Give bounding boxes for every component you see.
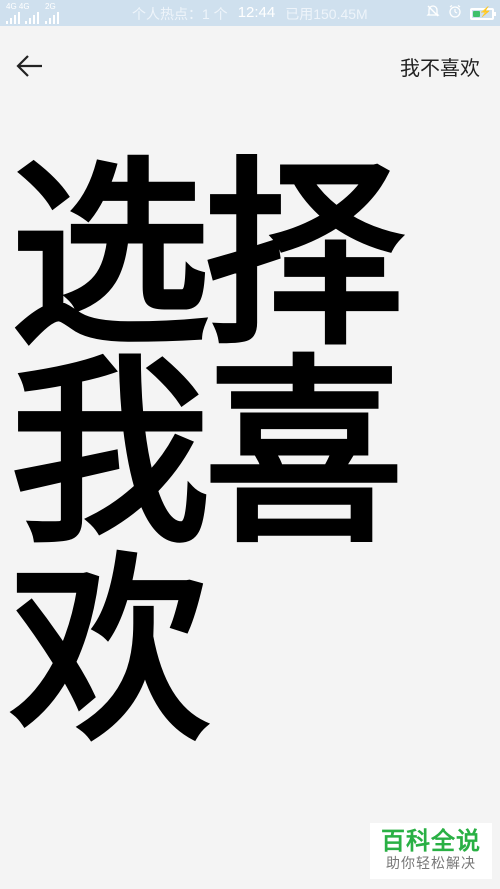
signal-icon-secondary <box>45 12 59 24</box>
signal-icon <box>6 12 39 24</box>
network-indicators: 4G 4G 2G <box>6 3 59 24</box>
arrow-left-icon <box>14 50 46 86</box>
dislike-button[interactable]: 我不喜欢 <box>400 52 480 81</box>
watermark-logo: 百科全说 助你轻松解决 <box>370 823 492 879</box>
data-usage: 已用150.45M <box>285 6 368 22</box>
clock-time: 12:44 <box>237 4 276 21</box>
network-primary: 4G 4G <box>6 3 39 24</box>
battery-icon: ⚡ <box>470 6 496 20</box>
alarm-icon <box>448 4 462 23</box>
big-heading-line-3: 欢 <box>10 536 210 769</box>
top-bar: 我不喜欢 <box>0 26 500 104</box>
watermark-subtitle: 助你轻松解决 <box>386 856 476 872</box>
watermark-title: 百科全说 <box>381 827 481 855</box>
mute-bell-icon <box>426 4 440 23</box>
big-heading-line-2: 我喜 <box>10 338 404 571</box>
status-center: 个人热点：1 个 12:44 已用150.45M <box>132 4 368 24</box>
network-primary-label: 4G 4G <box>6 2 30 11</box>
big-heading: 选择 我喜 欢 <box>10 140 430 769</box>
status-right: ⚡ <box>426 4 496 23</box>
network-secondary-label: 2G <box>45 2 56 11</box>
charging-bolt-icon: ⚡ <box>479 6 492 18</box>
status-bar: 4G 4G 2G 个人热点：1 个 12:44 已用150.45M ⚡ <box>0 0 500 26</box>
hotspot-status: 个人热点：1 个 <box>132 6 228 22</box>
big-heading-line-1: 选择 <box>10 140 404 373</box>
back-button[interactable] <box>10 48 50 88</box>
network-secondary: 2G <box>45 3 59 24</box>
